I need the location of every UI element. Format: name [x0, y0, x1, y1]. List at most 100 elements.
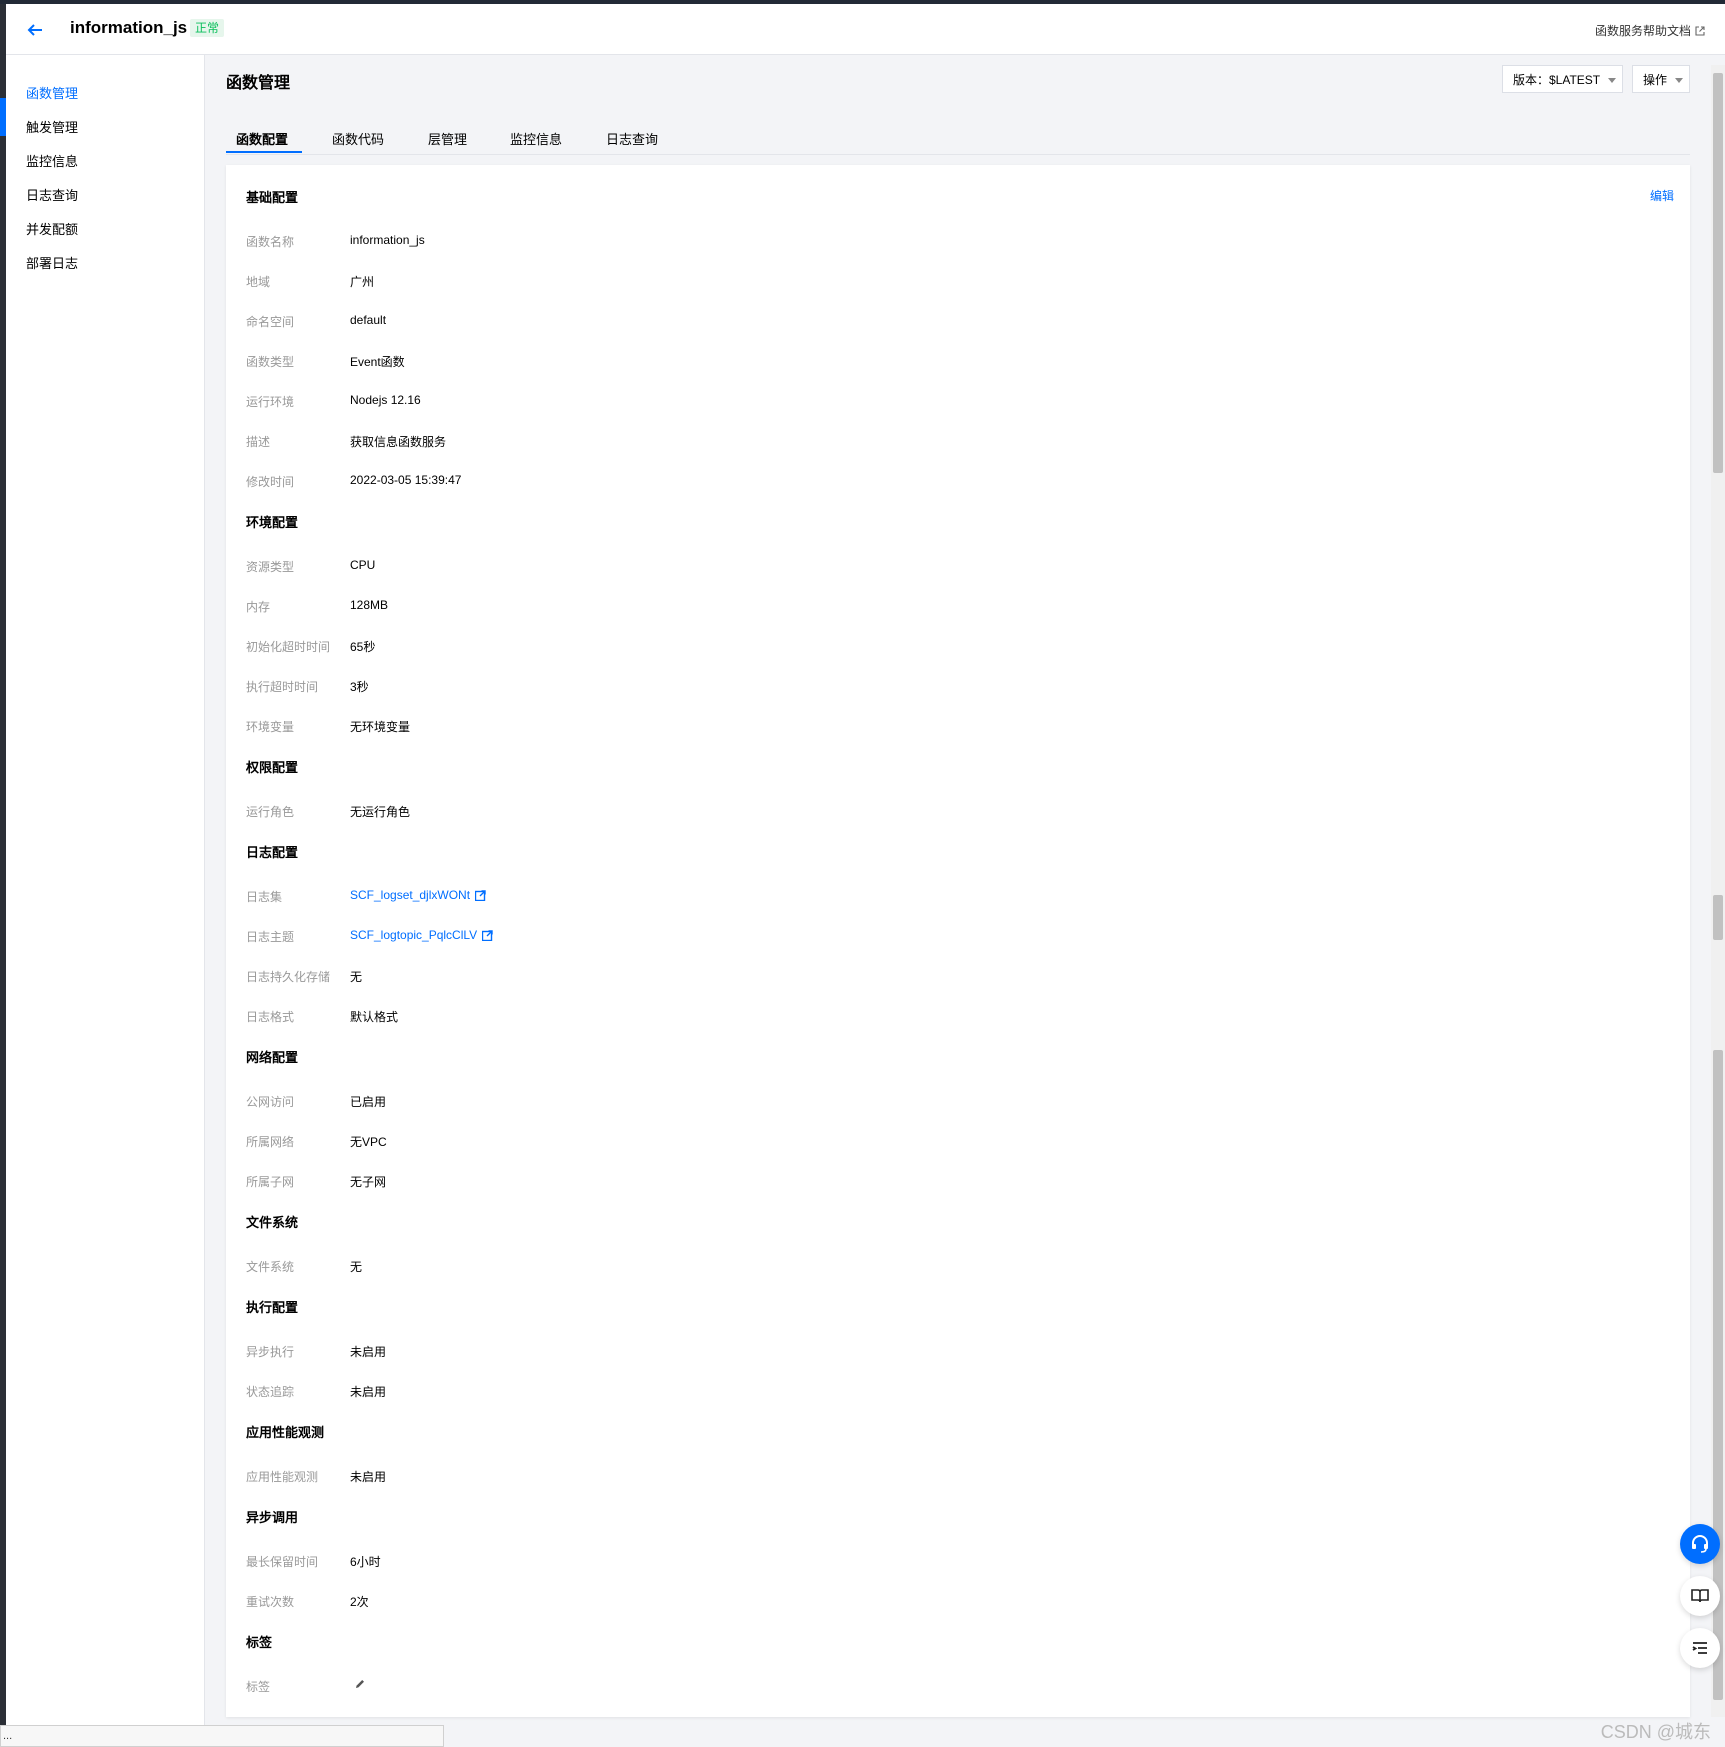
scrollbar-thumb[interactable] [1713, 73, 1723, 473]
sidebar-item-deploy-log[interactable]: 部署日志 [6, 245, 204, 283]
section-title-env: 环境配置 [246, 515, 299, 530]
section-title-network: 网络配置 [246, 1050, 299, 1065]
edit-link[interactable]: 编辑 [1650, 187, 1674, 204]
row-value: CPU [350, 558, 376, 572]
tab-function-code[interactable]: 函数代码 [330, 129, 386, 153]
row-value: 无VPC [350, 1135, 387, 1149]
actions-label: 操作 [1643, 73, 1668, 87]
row-label: 描述 [246, 435, 271, 449]
row-value: Event函数 [350, 355, 405, 369]
sidebar-item-log-query[interactable]: 日志查询 [6, 177, 204, 215]
row-value: 获取信息函数服务 [350, 435, 447, 449]
headset-icon [1692, 1535, 1708, 1553]
row-label: 执行超时时间 [246, 680, 319, 694]
support-float-button[interactable] [1680, 1524, 1720, 1564]
row-label: 函数名称 [246, 235, 295, 249]
row-value: 128MB [350, 598, 389, 612]
tab-layer-management[interactable]: 层管理 [426, 129, 469, 153]
row-label: 状态追踪 [246, 1385, 295, 1399]
row-label: 资源类型 [246, 560, 295, 574]
row-label: 命名空间 [246, 315, 295, 329]
section-title-filesystem: 文件系统 [246, 1215, 299, 1230]
browser-status-bar: ... [0, 1725, 444, 1747]
section-title-apm: 应用性能观测 [246, 1425, 325, 1440]
row-value: 6小时 [350, 1555, 381, 1569]
row-value: Nodejs 12.16 [350, 393, 421, 407]
section-title-basic: 基础配置 [246, 190, 299, 205]
tab-log-query[interactable]: 日志查询 [604, 129, 660, 153]
row-label: 初始化超时时间 [246, 640, 331, 654]
row-value: 已启用 [350, 1095, 387, 1109]
row-value: 65秒 [350, 640, 376, 654]
row-label: 所属网络 [246, 1135, 295, 1149]
row-label: 日志集 [246, 890, 283, 904]
page-title: 函数管理 [226, 75, 291, 92]
external-link-icon [1695, 25, 1705, 36]
row-label: 所属子网 [246, 1175, 295, 1189]
back-button[interactable] [22, 16, 50, 44]
section-title-log: 日志配置 [246, 845, 299, 860]
version-label: 版本：$LATEST [1513, 73, 1601, 87]
outline-float-button[interactable] [1680, 1628, 1720, 1668]
section-title-async: 异步调用 [246, 1510, 299, 1525]
row-label: 地域 [246, 275, 271, 289]
row-label: 函数类型 [246, 355, 295, 369]
arrow-left-icon [27, 24, 42, 36]
row-label: 重试次数 [246, 1595, 295, 1609]
function-title: information_js [70, 18, 188, 37]
caret-down-icon [1675, 78, 1684, 84]
caret-down-icon [1608, 78, 1617, 84]
actions-dropdown[interactable]: 操作 [1632, 65, 1690, 93]
section-title-permission: 权限配置 [246, 760, 299, 775]
row-value: 无子网 [350, 1175, 387, 1189]
row-label: 标签 [246, 1680, 271, 1694]
row-value: 未启用 [350, 1470, 387, 1484]
logtopic-link[interactable]: SCF_logtopic_PqlcClLV [350, 928, 493, 942]
row-value: 无环境变量 [350, 720, 411, 734]
docs-float-button[interactable] [1680, 1576, 1720, 1616]
row-label: 日志主题 [246, 930, 295, 944]
tab-bar: 函数配置 函数代码 层管理 监控信息 日志查询 [226, 126, 1690, 155]
scrollbar-thumb[interactable] [1713, 895, 1723, 940]
sidebar-item-monitoring[interactable]: 监控信息 [6, 143, 204, 181]
watermark: CSDN @城东 [1600, 1722, 1711, 1742]
external-link-icon [475, 890, 486, 901]
pencil-icon[interactable] [354, 1678, 366, 1690]
active-tab-underline [226, 151, 302, 153]
sidebar-item-function-management[interactable]: 函数管理 [6, 75, 204, 113]
row-value: 无 [350, 1260, 363, 1274]
section-title-execution: 执行配置 [246, 1300, 299, 1315]
book-icon [1691, 1589, 1709, 1603]
row-value: information_js [350, 233, 425, 247]
row-label: 运行角色 [246, 805, 295, 819]
row-value: default [350, 313, 387, 327]
help-doc-link[interactable]: 函数服务帮助文档 [1595, 22, 1705, 39]
vertical-scrollbar[interactable] [1711, 65, 1725, 1717]
logtopic-link-label: SCF_logtopic_PqlcClLV [350, 928, 478, 942]
row-label: 运行环境 [246, 395, 295, 409]
top-header: information_js 正常 函数服务帮助文档 [6, 4, 1725, 55]
row-value: 广州 [350, 275, 375, 289]
row-value: 未启用 [350, 1345, 387, 1359]
sidebar-item-concurrency-quota[interactable]: 并发配额 [6, 211, 204, 249]
sidebar-item-trigger-management[interactable]: 触发管理 [6, 109, 204, 147]
version-dropdown[interactable]: 版本：$LATEST [1502, 65, 1623, 93]
tab-monitoring[interactable]: 监控信息 [508, 129, 564, 153]
row-value: 默认格式 [350, 1010, 399, 1024]
external-link-icon [482, 930, 493, 941]
row-value: 2次 [350, 1595, 369, 1609]
section-title-tags: 标签 [246, 1635, 273, 1650]
row-label: 应用性能观测 [246, 1470, 319, 1484]
list-icon [1692, 1642, 1707, 1654]
sidebar: 函数管理 触发管理 监控信息 日志查询 并发配额 部署日志 [6, 55, 205, 1747]
row-value: 无 [350, 970, 363, 984]
row-label: 环境变量 [246, 720, 295, 734]
row-value: 2022-03-05 15:39:47 [350, 473, 462, 487]
tab-function-config[interactable]: 函数配置 [234, 129, 290, 153]
logset-link[interactable]: SCF_logset_djlxWONt [350, 888, 486, 902]
row-value: 3秒 [350, 680, 369, 694]
row-label: 修改时间 [246, 475, 295, 489]
row-label: 日志格式 [246, 1010, 295, 1024]
row-label: 日志持久化存储 [246, 970, 331, 984]
row-label: 异步执行 [246, 1345, 295, 1359]
